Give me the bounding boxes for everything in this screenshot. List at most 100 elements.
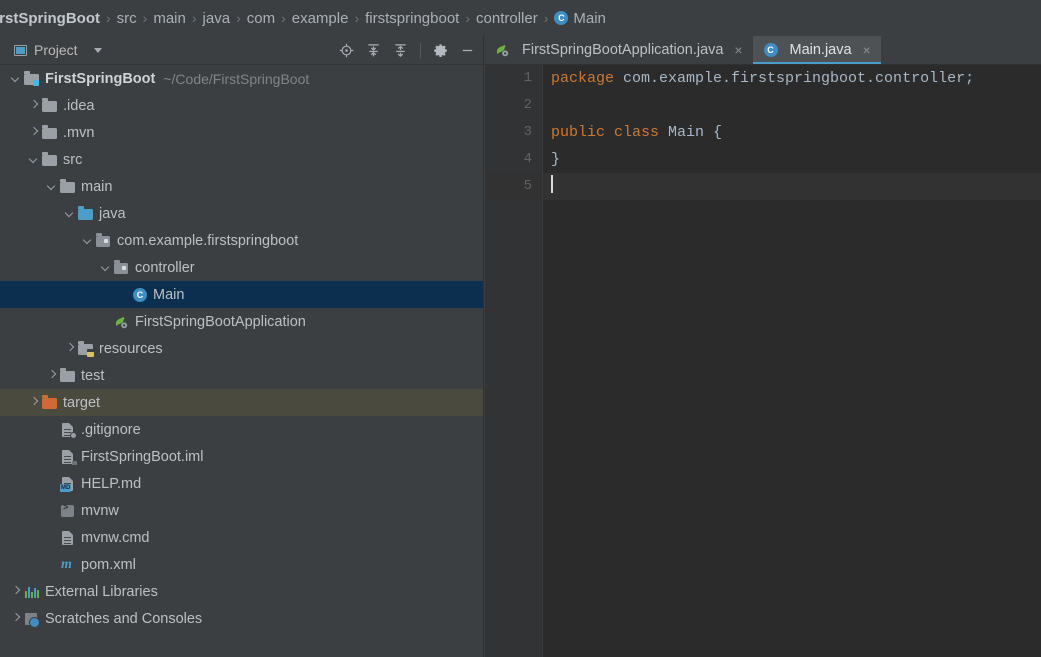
tree-row[interactable]: C Main	[0, 281, 483, 308]
tree-row[interactable]: .mvn	[0, 119, 483, 146]
tree-row-path-hint: ~/Code/FirstSpringBoot	[163, 70, 310, 87]
package-icon	[114, 260, 130, 276]
tree-row[interactable]: FirstSpringBoot ~/Code/FirstSpringBoot	[0, 65, 483, 92]
chevron-right-icon[interactable]	[28, 127, 39, 138]
settings-gear-icon[interactable]	[433, 43, 448, 58]
line-number[interactable]: 1	[485, 65, 542, 92]
tree-row[interactable]: com.example.firstspringboot	[0, 227, 483, 254]
tree-twisty-placeholder	[46, 505, 57, 516]
breadcrumb-item-label: firstspringboot	[365, 9, 460, 27]
tree-row[interactable]: FirstSpringBootApplication	[0, 308, 483, 335]
editor-area: FirstSpringBootApplication.java × C Main.ja…	[485, 36, 1041, 657]
chevron-right-icon[interactable]	[28, 100, 39, 111]
tree-row-label: java	[99, 205, 126, 222]
breadcrumb-item-firstspringboot[interactable]: firstspringboot	[364, 10, 460, 27]
code-pane: 12345 package com.example.firstspringboo…	[485, 65, 1041, 657]
breadcrumb-separator: ›	[236, 10, 241, 26]
tree-row[interactable]: FirstSpringBoot.iml	[0, 443, 483, 470]
tree-row[interactable]: .gitignore	[0, 416, 483, 443]
tree-row[interactable]: resources	[0, 335, 483, 362]
tree-row[interactable]: target	[0, 389, 483, 416]
tree-row-label: mvnw.cmd	[81, 529, 150, 546]
project-panel-title-group[interactable]: Project	[14, 42, 102, 58]
expand-all-icon[interactable]	[366, 43, 381, 58]
close-icon[interactable]: ×	[733, 42, 745, 58]
line-number[interactable]: 3	[485, 119, 542, 146]
breadcrumb-item-java[interactable]: java	[202, 10, 232, 27]
breadcrumb-item-com[interactable]: com	[246, 10, 276, 27]
breadcrumb-separator: ›	[543, 10, 549, 26]
tree-row[interactable]: MD HELP.md	[0, 470, 483, 497]
tree-row[interactable]: Scratches and Consoles	[0, 605, 483, 632]
breadcrumb-item-example[interactable]: example	[291, 10, 350, 27]
project-panel-header: Project	[0, 36, 483, 65]
line-number[interactable]: 5	[485, 173, 542, 200]
chevron-down-icon[interactable]	[46, 181, 57, 192]
breadcrumb-item-label: com	[246, 9, 276, 27]
breadcrumb-item-label: controller	[476, 9, 538, 27]
chevron-down-icon[interactable]	[28, 154, 39, 165]
chevron-down-icon[interactable]	[64, 208, 75, 219]
tree-row-label: src	[63, 151, 83, 168]
breadcrumb-separator: ›	[142, 10, 148, 26]
line-number[interactable]: 4	[485, 146, 542, 173]
class-icon: C	[132, 287, 148, 303]
tree-row[interactable]: m pom.xml	[0, 551, 483, 578]
external-libraries-icon	[24, 584, 40, 600]
class-icon: C	[554, 11, 569, 25]
editor-tab-firstspringbootapplication-java[interactable]: FirstSpringBootApplication.java ×	[485, 36, 753, 64]
breadcrumb-item-label: example	[291, 9, 349, 27]
breadcrumb-item-label: Main	[573, 9, 606, 27]
excluded-folder-icon	[42, 395, 58, 411]
chevron-down-icon[interactable]	[10, 73, 21, 84]
tree-row[interactable]: mvnw.cmd	[0, 524, 483, 551]
project-tool-window: Project FirstSpringBoot ~/Code/FirstSpri…	[0, 36, 484, 657]
project-tree: FirstSpringBoot ~/Code/FirstSpringBoot .id…	[0, 65, 483, 657]
chevron-right-icon[interactable]	[64, 343, 75, 354]
tree-row[interactable]: controller	[0, 254, 483, 281]
breadcrumb-item-main[interactable]: main	[152, 10, 187, 27]
close-icon[interactable]: ×	[861, 42, 873, 58]
source-folder-icon	[78, 206, 94, 222]
tree-row-label: Main	[153, 286, 185, 303]
chevron-down-icon[interactable]	[100, 262, 111, 273]
chevron-right-icon[interactable]	[10, 613, 21, 624]
markdown-file-icon: MD	[60, 476, 76, 492]
chevron-right-icon[interactable]	[28, 397, 39, 408]
scratches-icon	[24, 611, 40, 628]
text-caret	[551, 175, 553, 193]
breadcrumb-list: irstSpringBoot › src › main › java › com › example…	[0, 10, 607, 27]
chevron-down-icon[interactable]	[93, 47, 102, 53]
breadcrumb-item-main[interactable]: C Main	[553, 10, 607, 27]
folder-icon	[42, 98, 58, 114]
code-editor[interactable]: package com.example.firstspringboot.cont…	[543, 65, 1041, 657]
tree-row[interactable]: main	[0, 173, 483, 200]
tree-row[interactable]: .idea	[0, 92, 483, 119]
spring-boot-icon	[114, 314, 130, 330]
breadcrumb-item-irstspringboot[interactable]: irstSpringBoot	[0, 10, 101, 27]
chevron-right-icon[interactable]	[10, 586, 21, 597]
text-file-icon	[60, 530, 76, 546]
chevron-down-icon[interactable]	[82, 235, 93, 246]
project-panel-toolbar	[339, 42, 475, 58]
breadcrumb-item-controller[interactable]: controller	[475, 10, 539, 27]
tree-row[interactable]: src	[0, 146, 483, 173]
locate-file-icon[interactable]	[339, 43, 354, 58]
module-folder-icon	[24, 71, 40, 87]
collapse-all-icon[interactable]	[393, 43, 408, 58]
chevron-right-icon[interactable]	[46, 370, 57, 381]
tree-row[interactable]: test	[0, 362, 483, 389]
tree-row[interactable]: java	[0, 200, 483, 227]
breadcrumb-item-src[interactable]: src	[116, 10, 138, 27]
tree-row[interactable]: mvnw	[0, 497, 483, 524]
breadcrumb-item-label: src	[116, 9, 137, 27]
editor-tab-main-java[interactable]: C Main.java ×	[752, 36, 881, 64]
line-number[interactable]: 2	[485, 92, 542, 119]
tree-row-label: target	[63, 394, 101, 411]
project-panel-title: Project	[34, 42, 78, 58]
minimize-icon[interactable]	[460, 43, 475, 58]
tree-row[interactable]: External Libraries	[0, 578, 483, 605]
package-icon	[96, 233, 112, 249]
code-line: }	[543, 146, 1041, 173]
